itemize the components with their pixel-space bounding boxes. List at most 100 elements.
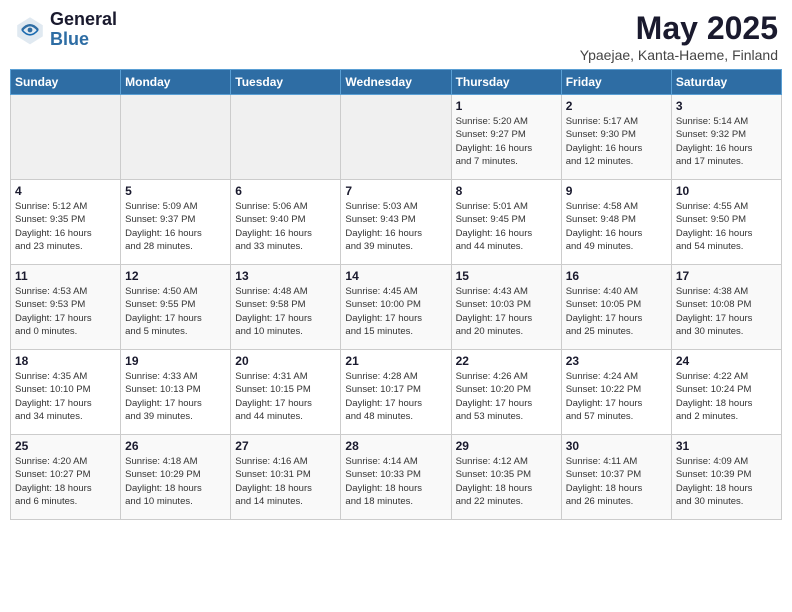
weekday-header: Friday bbox=[561, 70, 671, 95]
calendar-week-row: 25Sunrise: 4:20 AM Sunset: 10:27 PM Dayl… bbox=[11, 435, 782, 520]
day-info: Sunrise: 4:33 AM Sunset: 10:13 PM Daylig… bbox=[125, 370, 226, 423]
day-number: 12 bbox=[125, 269, 226, 283]
weekday-header: Saturday bbox=[671, 70, 781, 95]
day-number: 27 bbox=[235, 439, 336, 453]
calendar-cell: 24 Sunrise: 4:22 AM Sunset: 10:24 PM Dayl… bbox=[671, 350, 781, 435]
day-number: 1 bbox=[456, 99, 557, 113]
day-info: Sunrise: 5:14 AM Sunset: 9:32 PM Dayligh… bbox=[676, 115, 777, 168]
calendar-title: May 2025 bbox=[580, 10, 778, 47]
day-number: 14 bbox=[345, 269, 446, 283]
day-info: Sunrise: 4:38 AM Sunset: 10:08 PM Daylig… bbox=[676, 285, 777, 338]
calendar-cell: 2 Sunrise: 5:17 AM Sunset: 9:30 PM Daylig… bbox=[561, 95, 671, 180]
calendar-cell: 16 Sunrise: 4:40 AM Sunset: 10:05 PM Dayl… bbox=[561, 265, 671, 350]
calendar-cell: 10Sunrise: 4:55 AM Sunset: 9:50 PM Dayli… bbox=[671, 180, 781, 265]
calendar-cell: 14 Sunrise: 4:45 AM Sunset: 10:00 PM Dayl… bbox=[341, 265, 451, 350]
weekday-header-row: SundayMondayTuesdayWednesdayThursdayFrid… bbox=[11, 70, 782, 95]
day-info: Sunrise: 5:09 AM Sunset: 9:37 PM Dayligh… bbox=[125, 200, 226, 253]
day-number: 13 bbox=[235, 269, 336, 283]
day-info: Sunrise: 4:35 AM Sunset: 10:10 PM Daylig… bbox=[15, 370, 116, 423]
day-number: 17 bbox=[676, 269, 777, 283]
calendar-cell: 20Sunrise: 4:31 AM Sunset: 10:15 PM Dayl… bbox=[231, 350, 341, 435]
day-info: Sunrise: 4:22 AM Sunset: 10:24 PM Daylig… bbox=[676, 370, 777, 423]
weekday-header: Tuesday bbox=[231, 70, 341, 95]
day-info: Sunrise: 5:17 AM Sunset: 9:30 PM Dayligh… bbox=[566, 115, 667, 168]
day-number: 22 bbox=[456, 354, 557, 368]
calendar-cell bbox=[231, 95, 341, 180]
weekday-header: Monday bbox=[121, 70, 231, 95]
calendar-cell: 27Sunrise: 4:16 AM Sunset: 10:31 PM Dayl… bbox=[231, 435, 341, 520]
day-number: 23 bbox=[566, 354, 667, 368]
logo-icon bbox=[14, 14, 46, 46]
calendar-cell: 12 Sunrise: 4:50 AM Sunset: 9:55 PM Dayli… bbox=[121, 265, 231, 350]
day-info: Sunrise: 5:20 AM Sunset: 9:27 PM Dayligh… bbox=[456, 115, 557, 168]
calendar-table: SundayMondayTuesdayWednesdayThursdayFrid… bbox=[10, 69, 782, 520]
title-block: May 2025 Ypaejae, Kanta-Haeme, Finland bbox=[580, 10, 778, 63]
day-info: Sunrise: 4:26 AM Sunset: 10:20 PM Daylig… bbox=[456, 370, 557, 423]
day-number: 8 bbox=[456, 184, 557, 198]
day-number: 24 bbox=[676, 354, 777, 368]
day-number: 25 bbox=[15, 439, 116, 453]
calendar-cell bbox=[121, 95, 231, 180]
calendar-cell: 5Sunrise: 5:09 AM Sunset: 9:37 PM Daylig… bbox=[121, 180, 231, 265]
day-number: 4 bbox=[15, 184, 116, 198]
day-number: 21 bbox=[345, 354, 446, 368]
logo-general-text: General bbox=[50, 10, 117, 30]
day-number: 16 bbox=[566, 269, 667, 283]
calendar-cell: 28Sunrise: 4:14 AM Sunset: 10:33 PM Dayl… bbox=[341, 435, 451, 520]
day-info: Sunrise: 5:01 AM Sunset: 9:45 PM Dayligh… bbox=[456, 200, 557, 253]
calendar-cell: 26Sunrise: 4:18 AM Sunset: 10:29 PM Dayl… bbox=[121, 435, 231, 520]
calendar-cell: 18Sunrise: 4:35 AM Sunset: 10:10 PM Dayl… bbox=[11, 350, 121, 435]
day-number: 19 bbox=[125, 354, 226, 368]
calendar-cell: 31Sunrise: 4:09 AM Sunset: 10:39 PM Dayl… bbox=[671, 435, 781, 520]
calendar-cell: 7 Sunrise: 5:03 AM Sunset: 9:43 PM Daylig… bbox=[341, 180, 451, 265]
day-info: Sunrise: 4:24 AM Sunset: 10:22 PM Daylig… bbox=[566, 370, 667, 423]
calendar-cell: 17 Sunrise: 4:38 AM Sunset: 10:08 PM Dayl… bbox=[671, 265, 781, 350]
day-number: 6 bbox=[235, 184, 336, 198]
calendar-cell: 21 Sunrise: 4:28 AM Sunset: 10:17 PM Dayl… bbox=[341, 350, 451, 435]
weekday-header: Thursday bbox=[451, 70, 561, 95]
calendar-cell: 1 Sunrise: 5:20 AM Sunset: 9:27 PM Daylig… bbox=[451, 95, 561, 180]
day-number: 20 bbox=[235, 354, 336, 368]
calendar-cell bbox=[11, 95, 121, 180]
calendar-week-row: 18Sunrise: 4:35 AM Sunset: 10:10 PM Dayl… bbox=[11, 350, 782, 435]
calendar-cell: 3Sunrise: 5:14 AM Sunset: 9:32 PM Daylig… bbox=[671, 95, 781, 180]
weekday-header: Wednesday bbox=[341, 70, 451, 95]
day-number: 7 bbox=[345, 184, 446, 198]
day-number: 15 bbox=[456, 269, 557, 283]
day-info: Sunrise: 4:45 AM Sunset: 10:00 PM Daylig… bbox=[345, 285, 446, 338]
logo-blue-text: Blue bbox=[50, 30, 117, 50]
day-info: Sunrise: 4:12 AM Sunset: 10:35 PM Daylig… bbox=[456, 455, 557, 508]
day-info: Sunrise: 4:50 AM Sunset: 9:55 PM Dayligh… bbox=[125, 285, 226, 338]
day-number: 11 bbox=[15, 269, 116, 283]
calendar-week-row: 1 Sunrise: 5:20 AM Sunset: 9:27 PM Daylig… bbox=[11, 95, 782, 180]
day-info: Sunrise: 4:48 AM Sunset: 9:58 PM Dayligh… bbox=[235, 285, 336, 338]
calendar-cell bbox=[341, 95, 451, 180]
day-number: 26 bbox=[125, 439, 226, 453]
calendar-cell: 22 Sunrise: 4:26 AM Sunset: 10:20 PM Dayl… bbox=[451, 350, 561, 435]
calendar-cell: 6Sunrise: 5:06 AM Sunset: 9:40 PM Daylig… bbox=[231, 180, 341, 265]
day-info: Sunrise: 4:28 AM Sunset: 10:17 PM Daylig… bbox=[345, 370, 446, 423]
calendar-week-row: 11 Sunrise: 4:53 AM Sunset: 9:53 PM Dayli… bbox=[11, 265, 782, 350]
weekday-header: Sunday bbox=[11, 70, 121, 95]
day-info: Sunrise: 5:12 AM Sunset: 9:35 PM Dayligh… bbox=[15, 200, 116, 253]
day-number: 9 bbox=[566, 184, 667, 198]
day-info: Sunrise: 4:53 AM Sunset: 9:53 PM Dayligh… bbox=[15, 285, 116, 338]
day-number: 2 bbox=[566, 99, 667, 113]
page-header: General Blue May 2025 Ypaejae, Kanta-Hae… bbox=[10, 10, 782, 63]
day-info: Sunrise: 4:43 AM Sunset: 10:03 PM Daylig… bbox=[456, 285, 557, 338]
day-info: Sunrise: 4:40 AM Sunset: 10:05 PM Daylig… bbox=[566, 285, 667, 338]
day-number: 28 bbox=[345, 439, 446, 453]
day-info: Sunrise: 5:03 AM Sunset: 9:43 PM Dayligh… bbox=[345, 200, 446, 253]
logo: General Blue bbox=[14, 10, 117, 50]
day-number: 30 bbox=[566, 439, 667, 453]
day-number: 10 bbox=[676, 184, 777, 198]
day-info: Sunrise: 4:58 AM Sunset: 9:48 PM Dayligh… bbox=[566, 200, 667, 253]
calendar-subtitle: Ypaejae, Kanta-Haeme, Finland bbox=[580, 47, 778, 63]
day-info: Sunrise: 4:11 AM Sunset: 10:37 PM Daylig… bbox=[566, 455, 667, 508]
calendar-cell: 15 Sunrise: 4:43 AM Sunset: 10:03 PM Dayl… bbox=[451, 265, 561, 350]
calendar-cell: 11 Sunrise: 4:53 AM Sunset: 9:53 PM Dayli… bbox=[11, 265, 121, 350]
calendar-cell: 29 Sunrise: 4:12 AM Sunset: 10:35 PM Dayl… bbox=[451, 435, 561, 520]
calendar-week-row: 4 Sunrise: 5:12 AM Sunset: 9:35 PM Daylig… bbox=[11, 180, 782, 265]
calendar-cell: 4 Sunrise: 5:12 AM Sunset: 9:35 PM Daylig… bbox=[11, 180, 121, 265]
day-number: 29 bbox=[456, 439, 557, 453]
